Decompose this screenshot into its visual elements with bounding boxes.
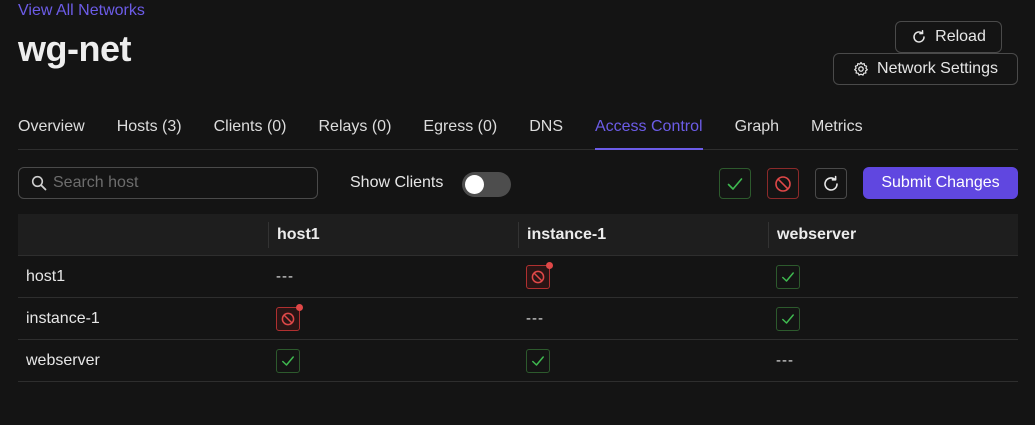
matrix-cell [768, 256, 1018, 297]
pending-change-dot [546, 261, 553, 269]
search-box [18, 167, 318, 199]
block-icon [281, 312, 295, 325]
search-icon [31, 175, 47, 191]
network-settings-button[interactable]: Network Settings [833, 53, 1018, 85]
column-header: instance-1 [518, 221, 768, 248]
check-icon [727, 177, 743, 190]
reload-label: Reload [935, 28, 986, 45]
column-header: host1 [268, 221, 518, 248]
matrix-cell [268, 340, 518, 381]
row-label: instance-1 [26, 309, 100, 327]
tab-egress[interactable]: Egress (0) [423, 108, 497, 150]
matrix-cell [268, 298, 518, 339]
show-clients-label: Show Clients [350, 174, 444, 191]
row-label: host1 [26, 267, 66, 285]
allow-all-button[interactable] [719, 168, 751, 199]
matrix-row: host1 --- [18, 256, 1018, 298]
submit-changes-button[interactable]: Submit Changes [863, 167, 1018, 199]
allow-toggle[interactable] [526, 348, 550, 373]
reset-button[interactable] [815, 168, 847, 199]
deny-all-button[interactable] [767, 168, 799, 199]
check-icon [782, 313, 794, 324]
access-control-matrix: host1 instance-1 webserver host1 --- ins… [18, 214, 1018, 382]
pending-change-dot [296, 303, 303, 311]
matrix-cell: --- [518, 298, 768, 339]
allow-toggle[interactable] [276, 348, 300, 373]
block-icon [775, 175, 791, 192]
deny-toggle[interactable] [276, 303, 303, 331]
tab-dns[interactable]: DNS [529, 108, 563, 150]
reload-button[interactable]: Reload [895, 21, 1002, 53]
tab-overview[interactable]: Overview [18, 108, 85, 150]
tab-metrics[interactable]: Metrics [811, 108, 863, 150]
matrix-cell [768, 298, 1018, 339]
page-title: wg-net [18, 28, 131, 69]
toggle-knob [465, 175, 484, 194]
matrix-cell [518, 256, 768, 297]
matrix-cell [518, 340, 768, 381]
self-cell-dash: --- [526, 310, 544, 327]
network-settings-label: Network Settings [877, 60, 998, 77]
matrix-corner-cell [18, 214, 268, 255]
show-clients-toggle[interactable] [462, 172, 511, 197]
matrix-row: webserver --- [18, 340, 1018, 382]
search-input[interactable] [53, 174, 303, 192]
tab-hosts[interactable]: Hosts (3) [117, 108, 182, 150]
check-icon [532, 355, 544, 366]
matrix-cell: --- [768, 340, 1018, 381]
tab-bar: Overview Hosts (3) Clients (0) Relays (0… [18, 108, 1018, 150]
tab-clients[interactable]: Clients (0) [214, 108, 287, 150]
deny-toggle[interactable] [526, 261, 553, 289]
tab-graph[interactable]: Graph [735, 108, 779, 150]
allow-toggle[interactable] [776, 264, 800, 289]
self-cell-dash: --- [276, 268, 294, 285]
refresh-icon [824, 175, 838, 191]
tab-relays[interactable]: Relays (0) [319, 108, 392, 150]
reload-icon [913, 30, 925, 43]
matrix-cell: --- [268, 256, 518, 297]
tab-access-control[interactable]: Access Control [594, 108, 703, 150]
matrix-header-row: host1 instance-1 webserver [18, 214, 1018, 256]
matrix-row: instance-1 --- [18, 298, 1018, 340]
check-icon [282, 355, 294, 366]
gear-icon [854, 61, 868, 76]
back-link[interactable]: View All Networks [18, 2, 145, 20]
check-icon [782, 271, 794, 282]
column-header: webserver [768, 221, 1018, 248]
allow-toggle[interactable] [776, 306, 800, 331]
block-icon [531, 270, 545, 283]
row-label: webserver [26, 351, 100, 369]
self-cell-dash: --- [776, 352, 794, 369]
